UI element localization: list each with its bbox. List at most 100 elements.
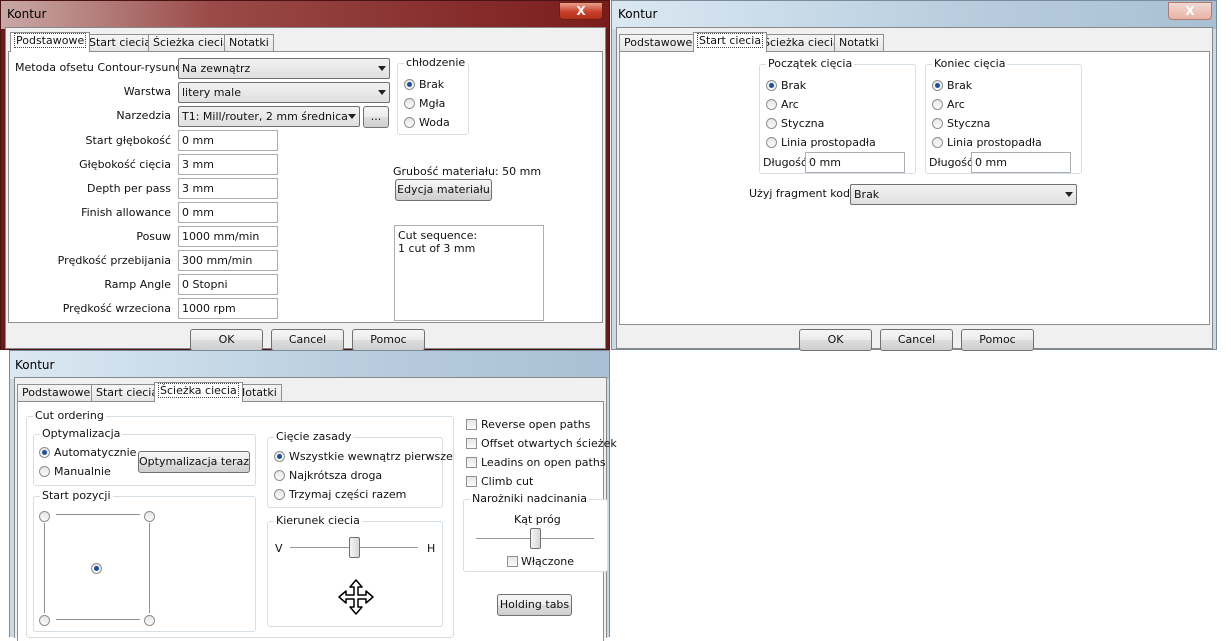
start-bottom-right-radio[interactable] (144, 615, 155, 626)
tool-select[interactable]: T1: Mill/router, 2 mm średnica (178, 106, 360, 127)
layer-select[interactable]: litery male (178, 82, 390, 103)
title-bar[interactable]: Kontur X (612, 1, 1216, 29)
cancel-button[interactable]: Cancel (271, 329, 344, 351)
move-cursor-icon (338, 579, 374, 615)
optimization-auto-label[interactable]: Automatycznie (54, 446, 136, 459)
lead-in-length-field[interactable]: 0 mm (805, 152, 905, 173)
offset-method-select[interactable]: Na zewnątrz (178, 58, 390, 79)
lead-out-perpendicular-label[interactable]: Linia prostopadła (947, 136, 1042, 149)
coolant-mist-label[interactable]: Mgła (419, 97, 445, 110)
start-center-radio[interactable] (91, 563, 102, 574)
lead-out-tangent-label[interactable]: Styczna (947, 117, 990, 130)
close-button[interactable]: X (1168, 2, 1212, 20)
lead-out-arc-radio[interactable] (932, 99, 943, 110)
overcut-enabled-checkbox[interactable] (507, 556, 518, 567)
start-top-left-radio[interactable] (39, 511, 50, 522)
cut-depth-field[interactable]: 3 mm (178, 154, 278, 175)
cut-rule-keep-parts-radio[interactable] (274, 489, 285, 500)
depth-per-pass-field[interactable]: 3 mm (178, 178, 278, 199)
coolant-none-label[interactable]: Brak (419, 78, 444, 91)
cut-rule-shortest-radio[interactable] (274, 470, 285, 481)
angle-slider-thumb[interactable] (529, 528, 541, 549)
cancel-button[interactable]: Cancel (880, 329, 953, 351)
leadins-open-paths-checkbox[interactable] (466, 457, 477, 468)
tab-toolpath[interactable]: Ścieżka ciecia (758, 34, 845, 52)
ok-button[interactable]: OK (190, 329, 263, 351)
direction-slider-thumb[interactable] (348, 537, 360, 558)
optimization-manual-radio[interactable] (39, 466, 50, 477)
tab-toolpath[interactable]: Ścieżka ciecia (148, 34, 235, 52)
finish-allowance-field[interactable]: 0 mm (178, 202, 278, 223)
tab-notes[interactable]: Notatki (224, 34, 274, 52)
offset-open-paths-checkbox[interactable] (466, 438, 477, 449)
coolant-label: chłodzenie (404, 56, 468, 69)
climb-cut-label[interactable]: Climb cut (481, 475, 533, 488)
tab-lead-in[interactable]: Start ciecia (91, 384, 164, 402)
lead-out-arc-label[interactable]: Arc (947, 98, 965, 111)
tab-toolpath[interactable]: Ścieżka ciecia (154, 382, 243, 402)
tab-basic[interactable]: Podstawowe (17, 384, 96, 402)
lead-out-none-label[interactable]: Brak (947, 79, 972, 92)
coolant-none-radio[interactable] (404, 79, 415, 90)
title-bar[interactable]: Kontur (10, 351, 609, 379)
lead-in-perpendicular-label[interactable]: Linia prostopadła (781, 136, 876, 149)
offset-method-label: Metoda ofsetu Contour-rysunek (15, 61, 189, 74)
holding-tabs-button[interactable]: Holding tabs (497, 594, 572, 616)
tab-notes[interactable]: Notatki (834, 34, 884, 52)
lead-in-arc-radio[interactable] (766, 99, 777, 110)
tab-basic[interactable]: Podstawowe (619, 34, 698, 52)
start-depth-field[interactable]: 0 mm (178, 130, 278, 151)
coolant-flood-label[interactable]: Woda (419, 116, 450, 129)
lead-out-length-field[interactable]: 0 mm (971, 152, 1071, 173)
tab-lead-in[interactable]: Start ciecia (84, 34, 157, 52)
start-position-group: Start pozycji (33, 489, 256, 632)
optimization-manual-label[interactable]: Manualnie (54, 465, 111, 478)
lead-in-perpendicular-radio[interactable] (766, 137, 777, 148)
cut-direction-label: Kierunek ciecia (274, 514, 362, 527)
climb-cut-checkbox[interactable] (466, 476, 477, 487)
tab-basic[interactable]: Podstawowe (10, 32, 91, 52)
lead-out-tangent-radio[interactable] (932, 118, 943, 129)
close-button[interactable]: X (559, 2, 603, 20)
lead-out-perpendicular-radio[interactable] (932, 137, 943, 148)
help-button[interactable]: Pomoc (352, 329, 425, 351)
feed-field[interactable]: 1000 mm/min (178, 226, 278, 247)
spindle-field[interactable]: 1000 rpm (178, 298, 278, 319)
start-bottom-left-radio[interactable] (39, 615, 50, 626)
lead-in-tangent-label[interactable]: Styczna (781, 117, 824, 130)
cut-rule-inside-first-label[interactable]: Wszystkie wewnątrz pierwsze (289, 450, 453, 463)
tab-lead-in[interactable]: Start ciecia (693, 32, 768, 52)
overcut-enabled-label[interactable]: Włączone (521, 555, 574, 568)
cut-rule-inside-first-radio[interactable] (274, 451, 285, 462)
lead-out-none-radio[interactable] (932, 80, 943, 91)
optimization-auto-radio[interactable] (39, 447, 50, 458)
leadins-open-paths-label[interactable]: Leadins on open paths (481, 456, 606, 469)
lead-in-none-radio[interactable] (766, 80, 777, 91)
chevron-down-icon (1065, 192, 1073, 197)
edit-material-button[interactable]: Edycja materiału (395, 179, 492, 201)
cut-rule-group: Cięcie zasady Wszystkie wewnątrz pierwsz… (267, 430, 453, 508)
coolant-mist-radio[interactable] (404, 98, 415, 109)
plunge-field[interactable]: 300 mm/min (178, 250, 278, 271)
coolant-flood-radio[interactable] (404, 117, 415, 128)
title-bar[interactable]: Kontur X (1, 1, 609, 29)
optimize-now-button[interactable]: Optymalizacja teraz (138, 451, 250, 473)
ok-button[interactable]: OK (799, 329, 872, 351)
offset-open-paths-label[interactable]: Offset otwartych ścieżek (481, 437, 617, 450)
cut-rule-shortest-label[interactable]: Najkrótsza droga (289, 469, 382, 482)
lead-in-none-label[interactable]: Brak (781, 79, 806, 92)
start-position-bottom-edge (56, 619, 140, 620)
chevron-down-icon (378, 90, 386, 95)
lead-in-arc-label[interactable]: Arc (781, 98, 799, 111)
snippet-select[interactable]: Brak (850, 184, 1077, 205)
spindle-label: Prędkość wrzeciona (62, 302, 171, 315)
tool-browse-button[interactable]: ... (363, 106, 389, 128)
plunge-label: Prędkość przebijania (57, 254, 171, 267)
reverse-open-paths-label[interactable]: Reverse open paths (481, 418, 590, 431)
ramp-angle-field[interactable]: 0 Stopni (178, 274, 278, 295)
cut-rule-keep-parts-label[interactable]: Trzymaj części razem (289, 488, 406, 501)
lead-in-tangent-radio[interactable] (766, 118, 777, 129)
help-button[interactable]: Pomoc (961, 329, 1034, 351)
start-top-right-radio[interactable] (144, 511, 155, 522)
reverse-open-paths-checkbox[interactable] (466, 419, 477, 430)
